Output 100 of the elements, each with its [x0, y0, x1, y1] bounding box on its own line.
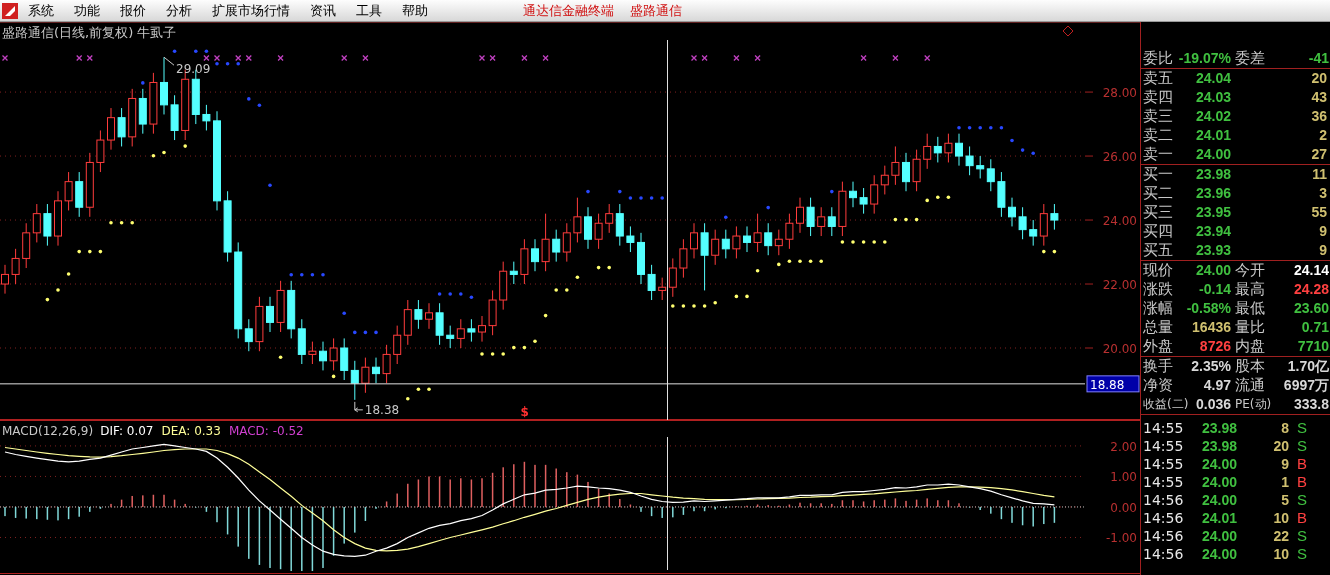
stop-dot: [840, 240, 845, 244]
histogram-bar: [491, 472, 494, 507]
stop-dot: [957, 125, 961, 130]
field-label: 最高: [1235, 280, 1266, 299]
time-value: 14:56: [1143, 527, 1185, 545]
stop-dot: [236, 61, 240, 66]
chart-title: MACD(12,26,9): [2, 424, 94, 438]
stop-dot: [427, 387, 431, 391]
candlestick: [361, 357, 370, 394]
stop-dot: [331, 374, 336, 379]
histogram-bar: [417, 479, 420, 507]
field-label: 涨幅: [1143, 299, 1174, 318]
histogram-bar: [650, 506, 653, 517]
histogram-bar: [332, 506, 335, 556]
price-value: 24.03: [1194, 88, 1231, 107]
menu-item[interactable]: 功能: [64, 0, 110, 21]
stop-dot: [374, 330, 378, 335]
leader-line: [163, 56, 175, 66]
price-value: 23.96: [1194, 184, 1231, 203]
axis-label: 20.00: [1102, 342, 1137, 356]
stop-dot: [215, 61, 219, 66]
stop-dot: [490, 352, 495, 356]
histogram-bar: [438, 476, 441, 507]
stop-dot: [607, 265, 611, 270]
menu-item[interactable]: 报价: [110, 0, 156, 21]
histogram-bar: [226, 506, 229, 535]
histogram-bar: [1053, 506, 1056, 523]
field-label: 卖三: [1143, 107, 1174, 126]
price-value: 24.01: [1200, 509, 1237, 527]
stop-dot: [1052, 249, 1057, 254]
stop-dot: [130, 221, 134, 225]
volume-value: 8: [1280, 419, 1289, 437]
stop-dot: [268, 183, 272, 187]
stop-dot: [448, 292, 452, 296]
stop-dot: [861, 240, 866, 244]
field-label: 涨跌: [1143, 280, 1174, 299]
price-value: 24.04: [1194, 69, 1231, 88]
trade-side: S: [1297, 419, 1308, 437]
stop-dot: [596, 265, 601, 270]
stop-dot: [257, 103, 262, 108]
time-value: 14:55: [1143, 455, 1185, 473]
histogram-bar: [173, 499, 176, 507]
histogram-bar: [152, 494, 155, 507]
stop-dot: [512, 345, 516, 350]
stop-dot: [766, 205, 770, 210]
price-value: 23.98: [1200, 419, 1237, 437]
stop-dot: [289, 273, 293, 277]
stop-dot: [77, 249, 81, 254]
volume-value: 10: [1272, 545, 1289, 563]
menu-item[interactable]: 扩展市场行情: [202, 0, 300, 21]
field-label: 卖二: [1143, 126, 1174, 145]
field-value: 8726: [1198, 337, 1231, 356]
histogram-bar: [364, 506, 367, 521]
field-value: -19.07%: [1177, 49, 1231, 68]
volume-value: 5: [1280, 491, 1289, 509]
dollar-marker: $: [520, 405, 529, 419]
stop-dot: [904, 217, 908, 222]
field-value: 7710: [1296, 337, 1329, 356]
field-label: 内盘: [1235, 337, 1266, 356]
menu-item[interactable]: 系统: [18, 0, 64, 21]
histogram-bar: [947, 500, 950, 507]
stop-dot: [109, 221, 113, 225]
price-label: 29.09: [176, 62, 211, 77]
histogram-bar: [703, 506, 706, 512]
volume-value: 22: [1272, 527, 1289, 545]
field-label: 最低: [1235, 299, 1266, 318]
histogram-bar: [576, 474, 579, 507]
menu-item[interactable]: 帮助: [392, 0, 438, 21]
stop-dot: [681, 304, 686, 308]
field-label: 委差: [1235, 49, 1266, 68]
time-value: 14:55: [1143, 419, 1185, 437]
field-label: 量比: [1235, 318, 1266, 337]
stop-dot: [713, 301, 717, 305]
menu-item[interactable]: 工具: [346, 0, 392, 21]
histogram-bar: [46, 506, 49, 520]
stop-dot: [310, 273, 315, 277]
axis-label: 2.00: [1110, 439, 1137, 454]
stop-dot: [893, 217, 898, 222]
stop-dot: [851, 240, 855, 244]
menu-item[interactable]: 分析: [156, 0, 202, 21]
histogram-bar: [915, 499, 918, 507]
stop-dot: [183, 144, 187, 148]
menu-item[interactable]: 资讯: [300, 0, 346, 21]
stop-dot: [967, 125, 972, 130]
trade-side: S: [1297, 437, 1308, 455]
stop-dot: [56, 288, 60, 292]
price-value: 24.00: [1200, 491, 1237, 509]
axis-label: -1.00: [1105, 531, 1137, 546]
axis-label: 26.00: [1102, 150, 1137, 165]
price-label: 18.38: [364, 402, 400, 417]
stop-dot: [745, 294, 749, 299]
histogram-bar: [311, 506, 314, 572]
stop-dot: [543, 313, 548, 318]
stop-dot: [501, 352, 505, 356]
field-value: 0.036: [1194, 395, 1231, 414]
candlestick: [753, 213, 762, 253]
stop-dot: [247, 97, 251, 101]
stop-dot: [363, 330, 368, 335]
histogram-bar: [523, 461, 526, 507]
field-value: 16436: [1191, 318, 1231, 337]
